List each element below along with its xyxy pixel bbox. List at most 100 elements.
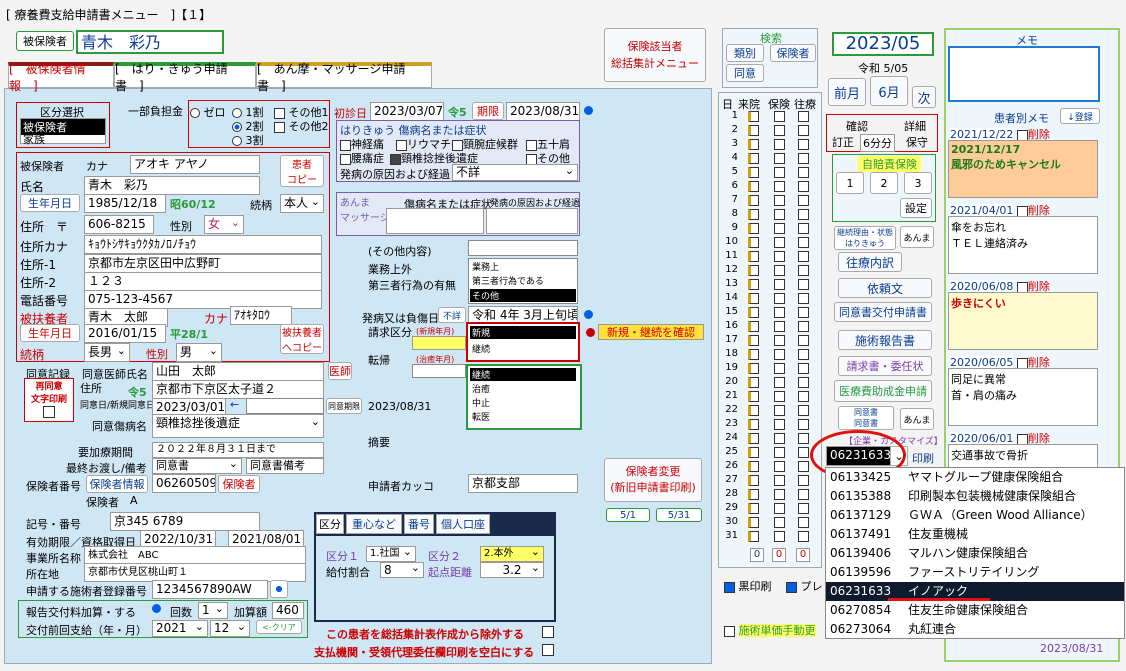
search-insurer-button[interactable]: 保険者 (770, 44, 816, 62)
visit-check[interactable] (748, 265, 759, 276)
hari-cause-select[interactable]: 不詳 (452, 164, 578, 181)
tenki-item-teni[interactable]: 転医 (472, 410, 490, 423)
ouryo-check[interactable] (798, 195, 809, 206)
ouryo-check[interactable] (798, 517, 809, 528)
visit-check[interactable] (748, 279, 759, 290)
work-item-0[interactable]: 業務上 (472, 260, 499, 273)
dousho2-button[interactable]: 同意書 同意書 (838, 406, 894, 430)
dep-birth-button[interactable]: 生年月日 (20, 324, 80, 342)
period-date[interactable]: 2023/08/31 (506, 102, 580, 121)
pure-checkbox[interactable]: プレ (786, 578, 823, 594)
memo-input[interactable] (948, 46, 1100, 102)
visit-check[interactable] (748, 321, 759, 332)
prev-month-button[interactable]: 前月 (828, 78, 866, 106)
visit-check[interactable] (748, 531, 759, 542)
dropdown-option[interactable]: 06270854 住友生命健康保険組合 (826, 601, 1124, 620)
disease-input[interactable]: 頸椎捻挫後遺症 (152, 414, 324, 438)
exclude-checkbox-1[interactable] (542, 626, 554, 638)
date-to[interactable]: 5/31 (656, 508, 702, 522)
ouryo-check[interactable] (798, 489, 809, 500)
insurance-check[interactable] (774, 517, 785, 528)
last-pay-year[interactable]: 2021 (152, 620, 208, 637)
tenki-item-chiyu[interactable]: 治癒 (472, 382, 490, 395)
visit-check[interactable] (748, 223, 759, 234)
anma-button[interactable]: あんま (900, 226, 934, 248)
insurance-check[interactable] (774, 139, 785, 150)
onset-dot-icon[interactable] (584, 310, 593, 319)
insurance-check[interactable] (774, 489, 785, 500)
insurance-check[interactable] (774, 475, 785, 486)
addr2-input[interactable]: １２３ (84, 272, 322, 291)
visit-check[interactable] (748, 447, 759, 458)
visit-check[interactable] (748, 503, 759, 514)
dropdown-option[interactable]: 06139596 ファーストリテイリング (826, 563, 1124, 582)
insurance-check[interactable] (774, 181, 785, 192)
reg-input[interactable]: 1234567890AW (152, 580, 268, 599)
kubun2-tab-number[interactable]: 番号 (404, 514, 434, 534)
insurance-check[interactable] (774, 363, 785, 374)
insurance-check[interactable] (774, 293, 785, 304)
kigo-input[interactable]: 京345 6789 (110, 512, 260, 531)
report-dot-icon[interactable] (152, 604, 161, 613)
visit-check[interactable] (748, 489, 759, 500)
ouryo-check[interactable] (798, 433, 809, 444)
jibai-button-3[interactable]: 3 (904, 172, 932, 194)
partial-3wari[interactable]: 3割 (232, 132, 264, 148)
insurance-check[interactable] (774, 447, 785, 458)
visit-check[interactable] (748, 419, 759, 430)
visit-check[interactable] (748, 475, 759, 486)
irai-button[interactable]: 依頼文 (838, 278, 932, 298)
insurance-check[interactable] (774, 223, 785, 234)
zip-input[interactable]: 606-8215 (84, 215, 154, 234)
visit-check[interactable] (748, 167, 759, 178)
insurer-button[interactable]: 保険者 (218, 475, 260, 493)
insurance-check[interactable] (774, 377, 785, 388)
dropdown-option[interactable]: 06273064 丸紅連合 (826, 620, 1124, 639)
insurance-check[interactable] (774, 307, 785, 318)
visit-check[interactable] (748, 405, 759, 416)
insurance-check[interactable] (774, 419, 785, 430)
ouryo-check[interactable] (798, 237, 809, 248)
date-from[interactable]: 5/1 (606, 508, 650, 522)
search-consent-button[interactable]: 同意 (726, 64, 764, 82)
memo-delete-checkbox[interactable] (1016, 357, 1028, 369)
insurance-check[interactable] (774, 167, 785, 178)
tab-insured-info[interactable]: [ 被保険者情報 ] (8, 62, 114, 93)
insurance-check[interactable] (774, 503, 785, 514)
insurance-check[interactable] (774, 349, 785, 360)
tenki-item-chushi[interactable]: 中止 (472, 396, 490, 409)
doctor-button[interactable]: 医師 (328, 362, 352, 380)
insurance-check[interactable] (774, 251, 785, 262)
partial-zero[interactable]: ゼロ (190, 104, 226, 120)
insurance-check[interactable] (774, 153, 785, 164)
visit-check[interactable] (748, 209, 759, 220)
tanka-checkbox[interactable]: 施術単価手動更 (724, 622, 816, 638)
ouryo-check[interactable] (798, 475, 809, 486)
insurance-check[interactable] (774, 461, 785, 472)
addr1-input[interactable]: 京都市左京区田中広野町 (84, 254, 322, 273)
visit-check[interactable] (748, 195, 759, 206)
dep-birth-input[interactable]: 2016/01/15 (84, 324, 166, 343)
visit-check[interactable] (748, 293, 759, 304)
anma-disease-input[interactable] (386, 208, 484, 234)
six-min-button[interactable]: 6分分 (860, 134, 895, 152)
doctor-input[interactable]: 山田 太郎 (152, 362, 324, 381)
cur-month-button[interactable]: 6月 (870, 76, 908, 106)
insurance-check[interactable] (774, 335, 785, 346)
last-pay-month[interactable]: 12 (210, 620, 250, 637)
dropdown-option[interactable]: 06133425 ヤマトグループ健康保険組合 (826, 468, 1124, 487)
consent-note-input[interactable]: 同意書備考 (246, 458, 324, 474)
insurance-check[interactable] (774, 125, 785, 136)
doctor-addr-input[interactable]: 京都市下京区太子道２ (152, 380, 324, 399)
ouryo-check[interactable] (798, 377, 809, 388)
tenki-item-continue[interactable]: 継続 (470, 368, 576, 381)
jibai-button-1[interactable]: 1 (836, 172, 864, 194)
patient-copy-button[interactable]: 患者 コピー (280, 155, 324, 187)
chiyu-input[interactable] (412, 364, 466, 378)
memo-delete-checkbox[interactable] (1016, 129, 1028, 141)
tab-anma[interactable]: [ あん摩・マッサージ申請書 ] (256, 62, 432, 93)
visit-check[interactable] (748, 307, 759, 318)
ouryo-check[interactable] (798, 181, 809, 192)
ouryo-check[interactable] (798, 279, 809, 290)
insurance-check[interactable] (774, 209, 785, 220)
